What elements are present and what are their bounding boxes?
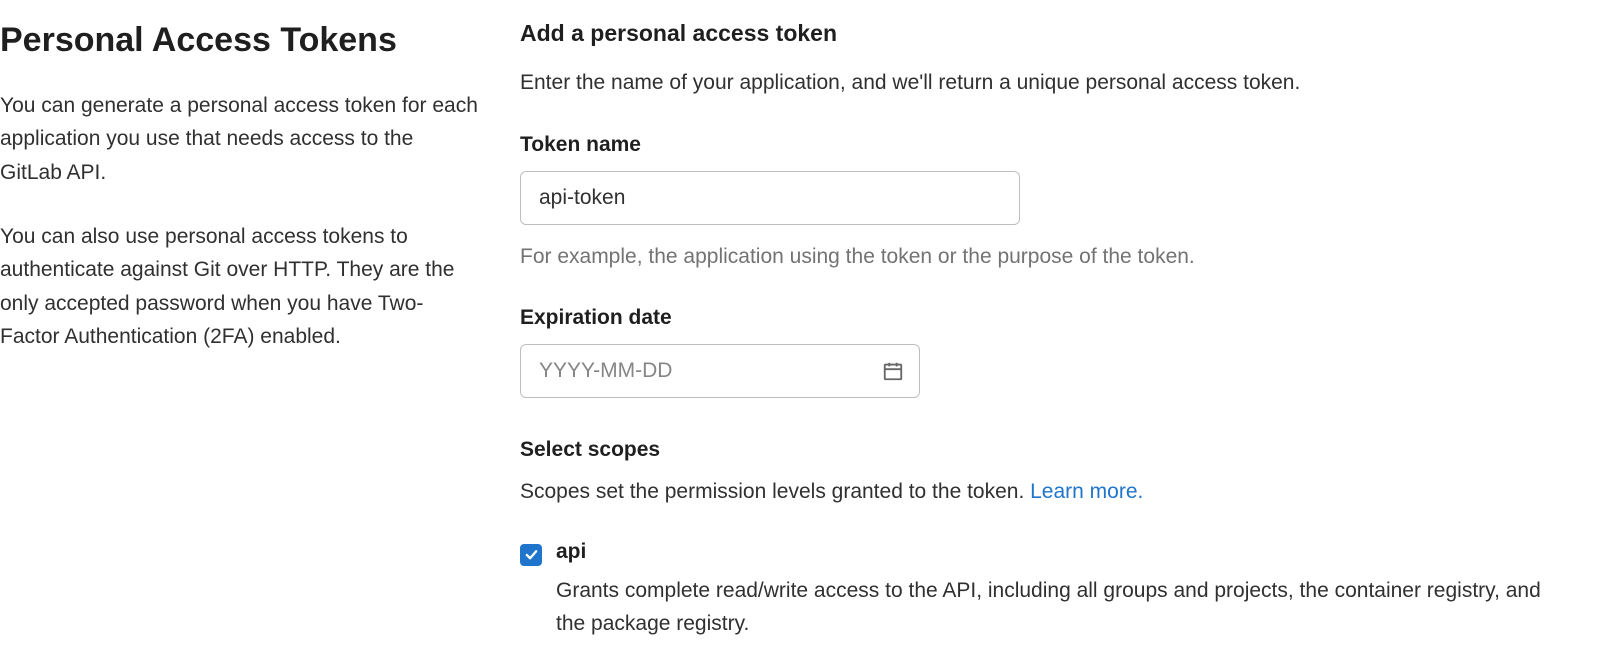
form-heading: Add a personal access token — [520, 20, 1570, 47]
scope-row-api: api Grants complete read/write access to… — [520, 540, 1570, 641]
scope-api-help: Grants complete read/write access to the… — [556, 574, 1570, 641]
token-name-help: For example, the application using the t… — [520, 241, 1570, 273]
select-scopes-label: Select scopes — [520, 438, 1570, 462]
check-icon — [524, 547, 539, 562]
expiration-date-label: Expiration date — [520, 306, 1570, 330]
scope-api-checkbox[interactable] — [520, 544, 542, 566]
intro-paragraph-1: You can generate a personal access token… — [0, 89, 480, 190]
form-column: Add a personal access token Enter the na… — [520, 20, 1600, 665]
left-column: Personal Access Tokens You can generate … — [0, 20, 520, 665]
form-subdescription: Enter the name of your application, and … — [520, 67, 1570, 99]
scope-api-body: api Grants complete read/write access to… — [556, 540, 1570, 641]
expiration-date-input[interactable] — [520, 344, 920, 398]
expiration-date-wrap — [520, 344, 920, 398]
page-title: Personal Access Tokens — [0, 20, 480, 61]
scopes-description: Scopes set the permission levels granted… — [520, 476, 1570, 508]
intro-paragraph-2: You can also use personal access tokens … — [0, 220, 480, 354]
scopes-description-text: Scopes set the permission levels granted… — [520, 480, 1030, 503]
scope-api-name: api — [556, 540, 1570, 564]
token-name-input[interactable] — [520, 171, 1020, 225]
learn-more-link[interactable]: Learn more. — [1030, 480, 1143, 503]
token-name-label: Token name — [520, 133, 1570, 157]
